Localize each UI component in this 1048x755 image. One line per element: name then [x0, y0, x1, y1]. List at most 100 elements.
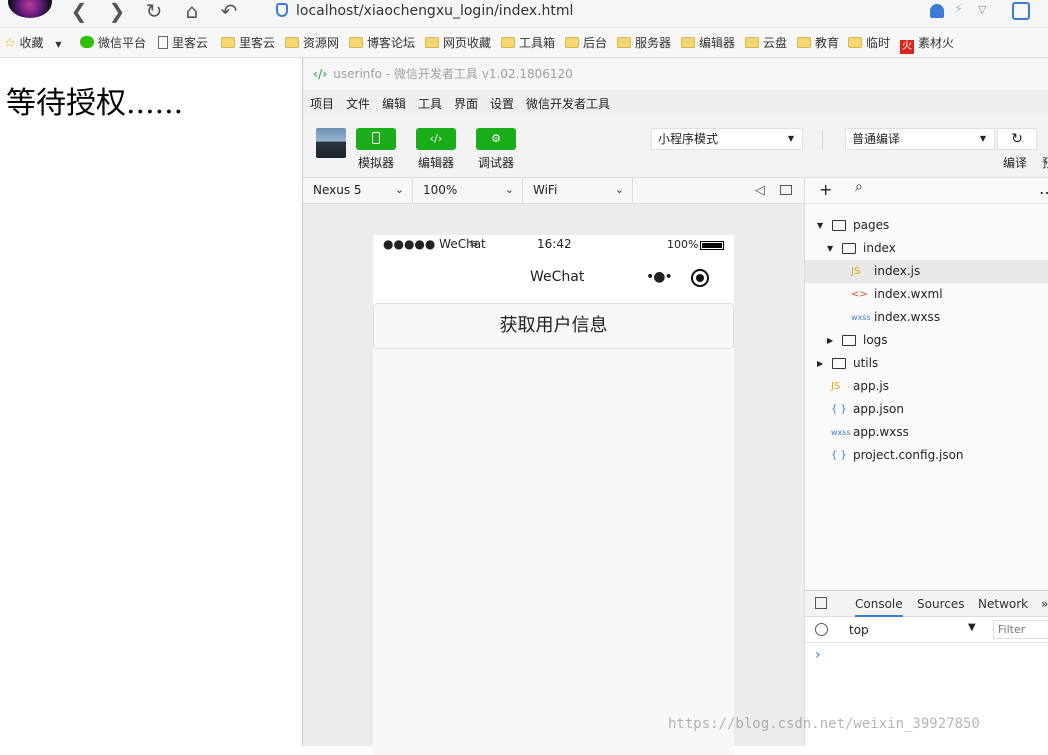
bookmark-likeyun-folder[interactable]: 里客云: [221, 34, 275, 51]
forward-button[interactable]: ❯: [104, 0, 130, 24]
json-file-icon: { }: [831, 450, 847, 461]
back-button[interactable]: ❮: [66, 0, 92, 24]
folder-icon: [848, 37, 862, 48]
home-button[interactable]: ⌂: [179, 0, 205, 24]
clear-console-icon[interactable]: [815, 623, 828, 636]
debugger-button[interactable]: ⚙: [476, 128, 516, 150]
tree-folder-pages[interactable]: ▼ pages: [805, 214, 1048, 237]
undo-button[interactable]: ↶: [216, 0, 242, 24]
menu-file[interactable]: 文件: [346, 95, 370, 112]
bookmark-backend[interactable]: 后台: [565, 34, 607, 51]
compile-button[interactable]: ↻: [997, 128, 1037, 150]
tree-file-project-config[interactable]: { } project.config.json: [805, 444, 1048, 467]
wxml-file-icon: <>: [851, 289, 868, 300]
tree-file-index-wxml[interactable]: <> index.wxml: [805, 283, 1048, 306]
waiting-auth-text: 等待授权......: [6, 86, 184, 121]
tree-folder-utils[interactable]: ▶ utils: [805, 352, 1048, 375]
popout-icon[interactable]: [780, 185, 792, 195]
chevron-down-icon[interactable]: ▽: [978, 3, 986, 16]
bookmark-education[interactable]: 教育: [797, 34, 839, 51]
wxss-file-icon: wxss: [831, 428, 851, 437]
chevron-down-icon: ▼: [55, 40, 62, 49]
menu-tools[interactable]: 工具: [418, 95, 442, 112]
address-bar[interactable]: localhost/xiaochengxu_login/index.html: [268, 0, 908, 24]
search-icon[interactable]: ⌕: [855, 179, 863, 195]
console-prompt[interactable]: ›: [815, 647, 821, 663]
tree-label: index.js: [874, 264, 921, 278]
compile-mode-select[interactable]: 普通编译 ▼: [845, 128, 995, 150]
avatar[interactable]: [316, 128, 346, 158]
preview-label[interactable]: 预: [1042, 154, 1048, 171]
extension-icon[interactable]: [1012, 2, 1030, 20]
bookmark-toolbox[interactable]: 工具箱: [501, 34, 555, 51]
tree-label: app.js: [853, 379, 889, 393]
bookmark-favorites[interactable]: ☆ 收藏 ▼: [4, 34, 61, 51]
tree-file-app-json[interactable]: { } app.json: [805, 398, 1048, 421]
bookmark-sucaihuo[interactable]: 火素材火: [900, 34, 954, 54]
caret-right-icon: ▶: [817, 359, 824, 368]
bookmark-web-favorites[interactable]: 网页收藏: [425, 34, 491, 51]
tree-label: app.wxss: [853, 425, 909, 439]
folder-icon: [797, 37, 811, 48]
context-select[interactable]: top: [849, 623, 869, 637]
menu-settings[interactable]: 设置: [490, 95, 514, 112]
tree-file-app-wxss[interactable]: wxss app.wxss: [805, 421, 1048, 444]
tree-folder-logs[interactable]: ▶ logs: [805, 329, 1048, 352]
refresh-icon: ↻: [1011, 131, 1023, 147]
mode-select[interactable]: 小程序模式 ▼: [651, 128, 803, 150]
zoom-select[interactable]: 100% ⌄: [413, 178, 523, 204]
simulator-area: ●●●●● WeChat ≋ 16:42 100% WeChat •●• 获取用…: [303, 204, 804, 755]
bookmark-wechat[interactable]: 微信平台: [80, 34, 146, 51]
close-capsule-icon[interactable]: [691, 269, 709, 287]
tree-folder-index[interactable]: ▼ index: [805, 237, 1048, 260]
tree-file-index-js[interactable]: JS index.js: [805, 260, 1048, 283]
tree-file-app-js[interactable]: JS app.js: [805, 375, 1048, 398]
more-icon[interactable]: …: [1039, 179, 1048, 198]
menu-edit[interactable]: 编辑: [382, 95, 406, 112]
console-filter-input[interactable]: [993, 620, 1048, 639]
bookmark-blogs[interactable]: 博客论坛: [349, 34, 415, 51]
wechat-icon: [80, 36, 94, 48]
watermark: https://blog.csdn.net/weixin_39927850: [668, 716, 980, 732]
sliders-icon: ⚙: [491, 132, 501, 145]
tree-label: utils: [853, 356, 879, 370]
volume-icon[interactable]: ◁: [755, 183, 765, 198]
editor-button[interactable]: ‹/›: [416, 128, 456, 150]
caret-down-icon[interactable]: ▼: [968, 622, 976, 633]
reload-button[interactable]: ↻: [141, 0, 167, 24]
code-icon: ‹/›: [313, 67, 328, 81]
simulator-button[interactable]: [356, 128, 396, 150]
browser-logo[interactable]: [8, 0, 52, 18]
network-select[interactable]: WiFi ⌄: [523, 178, 633, 204]
network-value: WiFi: [533, 183, 558, 197]
tree-label: pages: [853, 218, 890, 232]
menu-project[interactable]: 项目: [310, 95, 334, 112]
tab-console[interactable]: Console: [855, 597, 903, 617]
inspect-icon[interactable]: [815, 597, 827, 609]
bookmark-servers[interactable]: 服务器: [617, 34, 671, 51]
bookmark-likeyun-page[interactable]: 里客云: [158, 34, 208, 51]
tree-label: logs: [863, 333, 888, 347]
add-file-icon[interactable]: +: [819, 180, 832, 199]
tree-label: index: [863, 241, 896, 255]
bookmark-resources[interactable]: 资源网: [285, 34, 339, 51]
more-menu-icon[interactable]: •●•: [646, 269, 673, 285]
caret-right-icon: ▶: [827, 336, 834, 345]
chevron-down-icon: ⌄: [614, 183, 624, 196]
bookmarks-bar: ☆ 收藏 ▼ 微信平台 里客云 里客云 资源网 博客论坛 网页收藏 工具箱 后台…: [0, 28, 1048, 58]
tab-sources[interactable]: Sources: [917, 597, 964, 611]
bookmark-editors[interactable]: 编辑器: [681, 34, 735, 51]
bookmark-temp[interactable]: 临时: [848, 34, 890, 51]
rocket-icon[interactable]: [930, 4, 944, 18]
bookmark-cloud-drive[interactable]: 云盘: [745, 34, 787, 51]
menu-interface[interactable]: 界面: [454, 95, 478, 112]
device-select[interactable]: Nexus 5 ⌄: [303, 178, 413, 204]
lightning-icon[interactable]: ⚡: [954, 2, 963, 17]
tree-file-index-wxss[interactable]: wxss index.wxss: [805, 306, 1048, 329]
phone-screen: ●●●●● WeChat ≋ 16:42 100% WeChat •●• 获取用…: [373, 235, 734, 755]
menu-devtools[interactable]: 微信开发者工具: [526, 95, 610, 112]
tab-network[interactable]: Network: [978, 597, 1028, 611]
get-user-info-button[interactable]: 获取用户信息: [373, 303, 734, 349]
more-tabs-icon[interactable]: »: [1041, 597, 1048, 611]
folder-icon: [349, 37, 363, 48]
